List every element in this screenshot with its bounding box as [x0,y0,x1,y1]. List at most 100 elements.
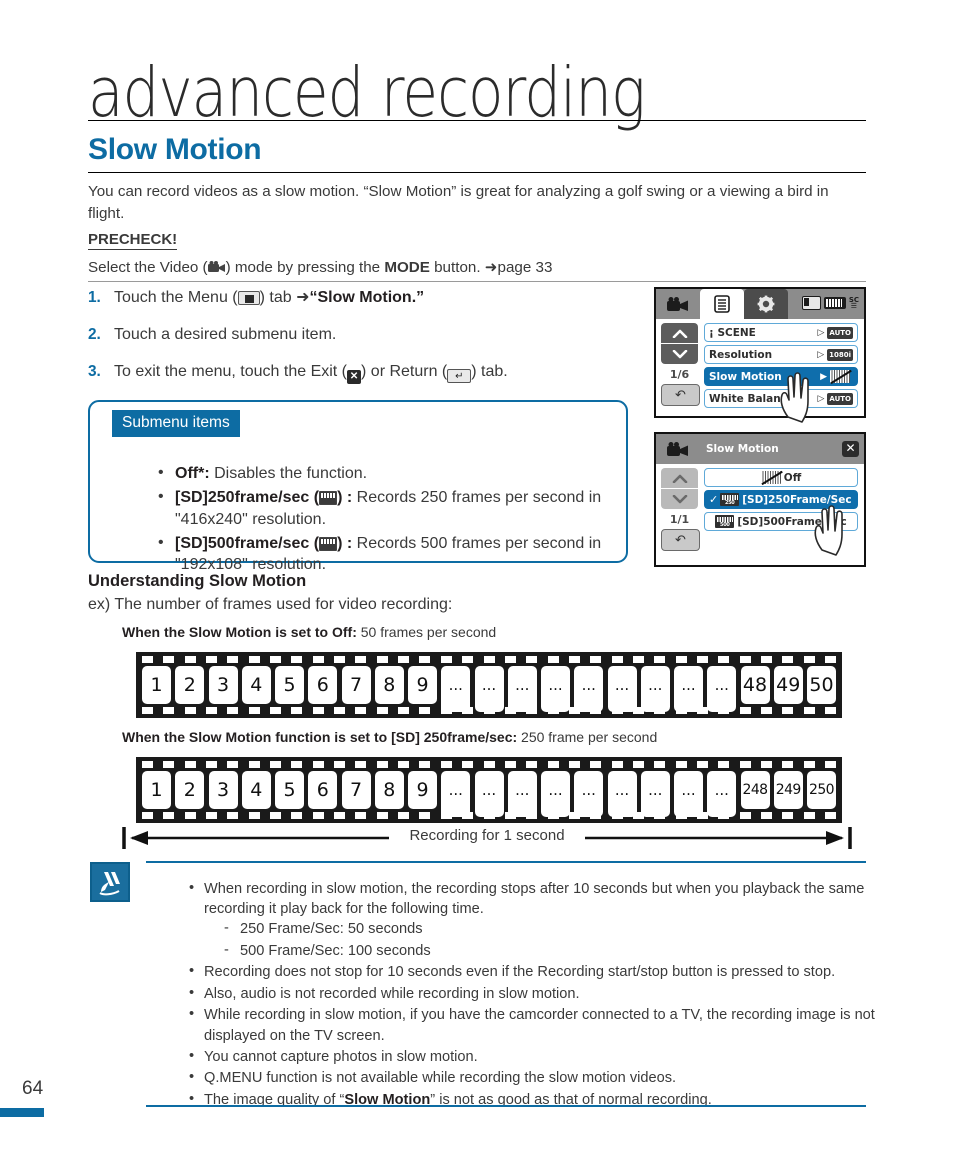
note-item-3: Also, audio is not recorded while record… [186,983,906,1004]
film-perforation [163,812,175,819]
film-perforation [142,761,153,768]
film-frame: 9 [408,666,437,704]
film-frame: ... [640,666,670,712]
film-frame: 49 [773,666,803,704]
menu-row-slow-motion[interactable]: Slow Motion ▶ [704,367,858,386]
film-frame: 4 [241,771,271,809]
tab-menu[interactable] [700,289,744,319]
fps250-icon: 250 [720,493,740,506]
filmstrip-2-caption: When the Slow Motion function is set to … [122,729,657,745]
fps500-badge-text: 500 [720,522,730,528]
film-perforation [547,761,559,768]
menu-row-white-balance[interactable]: White Balance ▷ AUTO [704,389,858,408]
filmstrip-perforations-bottom [142,707,836,714]
film-perforation [632,812,644,819]
filmstrip-2-caption-rest: 250 frame per second [517,729,658,745]
precheck-label: PRECHECK! [88,231,178,250]
film-perforation [547,812,559,819]
film-frame: 2 [175,666,205,704]
film-frame: 9 [408,771,437,809]
return-icon: ↵ [447,368,472,383]
film-perforation [440,707,452,714]
chevron-right-icon: ▷ [817,393,825,404]
film-perforation [696,812,708,819]
film-perforation [206,812,218,819]
precheck-text-before: Select the Video ( [88,259,208,276]
film-frame: 4 [241,666,271,704]
film-frame: ... [607,771,637,817]
note-sub-500: 500 Frame/Sec: 100 seconds [222,940,906,961]
submenu-row-250[interactable]: ✓ 250 [SD]250Frame/Sec [704,490,858,509]
film-perforation [376,812,388,819]
film-perforation [654,656,666,663]
page-number: 64 [22,1078,44,1099]
step-3-number: 3. [88,362,101,380]
film-frame: 8 [374,771,404,809]
sc-label: SC [848,296,859,304]
film-frame: ... [541,666,570,712]
submenu-row-off[interactable]: Off [704,468,858,487]
battery-icon [823,297,846,309]
film-perforation [206,761,218,768]
step-1-number: 1. [88,289,101,306]
film-perforation [163,656,175,663]
return-button[interactable]: ↶ [661,529,700,551]
tab-camcorder[interactable] [656,289,700,319]
scroll-down-button[interactable] [661,489,698,509]
filmstrip-2-caption-bold: When the Slow Motion function is set to … [122,729,518,745]
film-perforation [376,707,388,714]
film-frame: 3 [208,666,238,704]
close-icon[interactable]: ✕ [842,441,859,457]
lcd-menu-rows: ¡ SCENE ▷ AUTO Resolution ▷ 1080i Slow M… [704,323,858,411]
fps250-icon [319,491,338,506]
film-frame: ... [640,771,670,817]
scroll-down-button[interactable] [661,344,698,364]
film-perforation [825,656,836,663]
step-3-mid: ) or Return ( [361,362,448,380]
scroll-up-button[interactable] [661,468,698,488]
film-frame: ... [674,771,703,817]
note-item-7: The image quality of “Slow Motion” is no… [186,1089,906,1110]
film-perforation [611,656,623,663]
film-perforation [142,812,153,819]
lcd-status-icons: SC ☰ [801,296,859,310]
step-1-pre: Touch the Menu ( [114,289,238,306]
precheck-divider [88,281,866,282]
fps250-badge-text: 250 [724,500,735,506]
return-button[interactable]: ↶ [661,384,700,406]
film-perforation [760,761,772,768]
film-perforation [440,656,452,663]
submenu-row-500[interactable]: 500 [SD]500Frame/Sec [704,512,858,531]
film-perforation [718,656,730,663]
menu-row-resolution[interactable]: Resolution ▷ 1080i [704,345,858,364]
film-frame: 7 [341,771,371,809]
film-frame: 1 [142,666,171,704]
sc-indicator-icon: SC ☰ [848,296,859,310]
menu-row-scene[interactable]: ¡ SCENE ▷ AUTO [704,323,858,342]
scroll-up-button[interactable] [661,323,698,343]
film-frame: 249 [773,771,803,809]
understanding-example-label: ex) The number of frames used for video … [88,596,453,613]
film-perforation [825,761,836,768]
film-perforation [270,656,282,663]
film-perforation [547,656,559,663]
tab-settings[interactable] [744,289,788,319]
film-perforation [184,812,196,819]
submenu-row-500-label: [SD]500Frame/Sec [737,515,847,528]
film-frame: 50 [807,666,836,704]
film-frame: ... [707,771,737,817]
submenu-item-off-name: Off*: [175,465,210,482]
chevron-right-icon: ▷ [817,349,825,360]
recording-duration-label: Recording for 1 second [389,827,585,844]
film-perforation [248,707,260,714]
slow-motion-off-icon [760,471,781,484]
film-perforation [739,812,751,819]
film-perforation [462,761,474,768]
film-perforation [504,656,516,663]
film-perforation [590,707,602,714]
film-perforation [611,761,623,768]
film-perforation [206,656,218,663]
film-perforation [227,812,239,819]
step-3: 3. To exit the menu, touch the Exit (✕) … [88,362,633,384]
page-title: Slow Motion [88,133,262,166]
